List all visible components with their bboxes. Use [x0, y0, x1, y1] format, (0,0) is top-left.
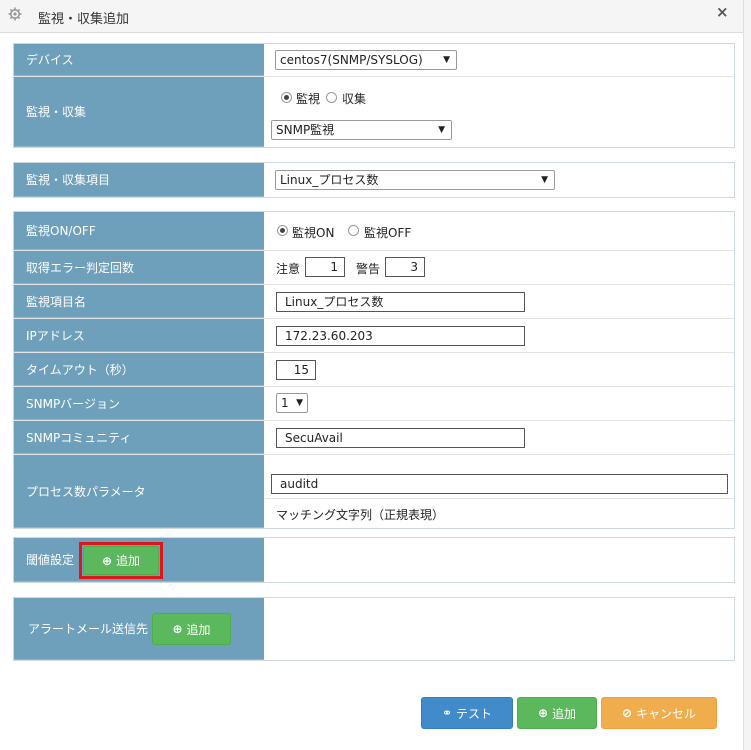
item-row: 監視・収集項目 Linux_プロセス数 ▼: [14, 163, 734, 197]
error-count-label: 取得エラー判定回数: [14, 251, 264, 284]
settings-section: 監視ON/OFF 監視ON 監視OFF 取得エラー判定回数 注意 1 警告 3 …: [13, 211, 735, 529]
gear-icon: [8, 7, 22, 21]
plus-circle-icon: ⊕: [101, 553, 113, 568]
radio-monitor-label: 監視: [296, 92, 321, 106]
snmp-community-label: SNMPコミュニティ: [14, 421, 264, 454]
item-name-label: 監視項目名: [14, 285, 264, 318]
radio-monitor-on-label: 監視ON: [292, 226, 335, 240]
timeout-row: タイムアウト（秒） 15: [14, 353, 734, 387]
alert-label: 警告: [356, 262, 381, 276]
process-param-input[interactable]: auditd: [271, 474, 728, 494]
dialog-title: 監視・収集追加: [38, 12, 130, 27]
item-section: 監視・収集項目 Linux_プロセス数 ▼: [13, 162, 735, 198]
monitor-type-select[interactable]: SNMP監視 ▼: [271, 120, 452, 140]
close-icon[interactable]: ×: [716, 3, 729, 21]
alert-mail-section: アラートメール送信先: [13, 597, 735, 661]
threshold-add-button[interactable]: ⊕ 追加: [83, 546, 159, 575]
dialog-titlebar: 監視・収集追加 ×: [0, 0, 743, 33]
alert-mail-add-button[interactable]: ⊕ 追加: [152, 613, 231, 645]
process-param-label: プロセス数パラメータ: [14, 455, 264, 528]
timeout-input[interactable]: 15: [276, 360, 316, 380]
item-select[interactable]: Linux_プロセス数 ▼: [275, 170, 555, 190]
ip-input[interactable]: 172.23.60.203: [276, 326, 525, 346]
alert-mail-label: アラートメール送信先: [28, 622, 149, 636]
threshold-label: 閾値設定: [26, 553, 75, 567]
snmp-community-input[interactable]: SecuAvail: [276, 428, 525, 448]
device-section: デバイス centos7(SNMP/SYSLOG) ▼ 監視・収集 監視 収集 S…: [13, 43, 735, 148]
device-select[interactable]: centos7(SNMP/SYSLOG) ▼: [275, 50, 457, 70]
monitor-onoff-row: 監視ON/OFF 監視ON 監視OFF: [14, 212, 734, 251]
chevron-down-icon: ▼: [541, 175, 548, 185]
ip-row: IPアドレス 172.23.60.203: [14, 319, 734, 353]
snmp-version-row: SNMPバージョン 1 ▼: [14, 387, 734, 421]
monitor-onoff-label: 監視ON/OFF: [14, 212, 264, 250]
chevron-down-icon: ▼: [438, 125, 445, 135]
chevron-down-icon: ▼: [296, 398, 303, 408]
monitor-collect-row: 監視・収集 監視 収集 SNMP監視 ▼: [14, 77, 734, 147]
add-button[interactable]: ⊕ 追加: [517, 697, 597, 729]
warn-count-input[interactable]: 1: [305, 257, 345, 277]
alert-mail-row: アラートメール送信先: [14, 598, 734, 660]
radio-collect-label: 収集: [342, 92, 367, 106]
radio-collect[interactable]: [326, 92, 337, 103]
ip-label: IPアドレス: [14, 319, 264, 352]
snmp-version-label: SNMPバージョン: [14, 387, 264, 420]
device-label: デバイス: [14, 44, 264, 76]
item-label: 監視・収集項目: [14, 163, 264, 197]
process-param-row: プロセス数パラメータ auditd マッチング文字列（正規表現）: [14, 455, 734, 528]
link-icon: ⚭: [441, 706, 453, 720]
radio-monitor-on[interactable]: [277, 225, 288, 236]
chevron-down-icon: ▼: [443, 55, 450, 65]
ban-icon: ⊘: [621, 706, 633, 720]
error-count-row: 取得エラー判定回数 注意 1 警告 3: [14, 251, 734, 285]
radio-monitor-off-label: 監視OFF: [364, 226, 412, 240]
device-row: デバイス centos7(SNMP/SYSLOG) ▼: [14, 44, 734, 77]
monitor-collect-label: 監視・収集: [14, 77, 264, 147]
param-divider: [265, 498, 734, 499]
warn-label: 注意: [276, 262, 301, 276]
process-param-hint: マッチング文字列（正規表現）: [276, 508, 445, 522]
item-name-row: 監視項目名 Linux_プロセス数: [14, 285, 734, 319]
snmp-community-row: SNMPコミュニティ SecuAvail: [14, 421, 734, 455]
cancel-button[interactable]: ⊘ キャンセル: [601, 697, 717, 729]
item-name-input[interactable]: Linux_プロセス数: [276, 292, 525, 312]
test-button[interactable]: ⚭ テスト: [421, 697, 513, 729]
snmp-version-select[interactable]: 1 ▼: [276, 393, 308, 413]
plus-circle-icon: ⊕: [172, 622, 183, 636]
plus-circle-icon: ⊕: [537, 706, 549, 720]
window-edge: [743, 0, 751, 750]
radio-monitor[interactable]: [281, 92, 292, 103]
radio-monitor-off[interactable]: [348, 225, 359, 236]
timeout-label: タイムアウト（秒）: [14, 353, 264, 386]
alert-count-input[interactable]: 3: [385, 257, 425, 277]
